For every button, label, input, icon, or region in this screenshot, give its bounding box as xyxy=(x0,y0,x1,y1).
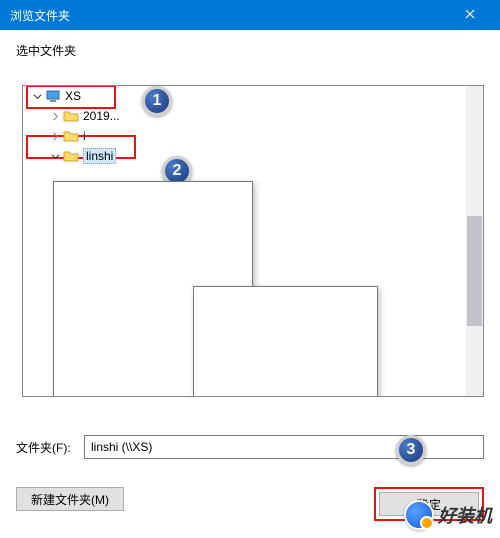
scrollbar-vertical[interactable] xyxy=(466,86,483,396)
tree-node[interactable]: i xyxy=(27,126,465,146)
close-icon xyxy=(465,8,475,22)
chevron-right-icon[interactable] xyxy=(49,110,61,122)
prompt-text: 选中文件夹 xyxy=(16,42,484,59)
folder-tree: 1 2 XS 2019... xyxy=(27,86,465,166)
chevron-right-icon[interactable] xyxy=(49,130,61,142)
close-button[interactable] xyxy=(447,0,492,30)
folder-path-row: 文件夹(F): 3 xyxy=(16,435,484,459)
tree-node-label: 2019... xyxy=(83,109,120,123)
folder-field-label: 文件夹(F): xyxy=(16,439,76,456)
tree-node-selected[interactable]: linshi xyxy=(27,146,465,166)
watermark-logo-icon xyxy=(404,500,434,530)
tree-node-root[interactable]: XS xyxy=(27,86,465,106)
annotation-badge-3: 3 xyxy=(396,435,426,465)
tree-node-label: linshi xyxy=(83,148,116,164)
folder-tree-panel: 1 2 XS 2019... xyxy=(22,85,484,397)
computer-icon xyxy=(45,88,61,104)
tree-node[interactable]: 2019... xyxy=(27,106,465,126)
chevron-down-icon[interactable] xyxy=(31,90,43,102)
tree-node-label: i xyxy=(83,129,86,143)
titlebar: 浏览文件夹 xyxy=(0,0,500,30)
watermark-text: 好装机 xyxy=(438,502,492,528)
watermark: 好装机 xyxy=(404,500,492,530)
tree-node-label: XS xyxy=(65,89,81,103)
new-folder-button[interactable]: 新建文件夹(M) xyxy=(16,487,124,511)
folder-icon xyxy=(63,108,79,124)
folder-icon xyxy=(63,148,79,164)
folder-icon xyxy=(63,128,79,144)
scrollbar-thumb[interactable] xyxy=(467,216,482,326)
chevron-down-icon[interactable] xyxy=(49,150,61,162)
window-title: 浏览文件夹 xyxy=(10,7,447,24)
overlay-rect xyxy=(193,286,378,397)
